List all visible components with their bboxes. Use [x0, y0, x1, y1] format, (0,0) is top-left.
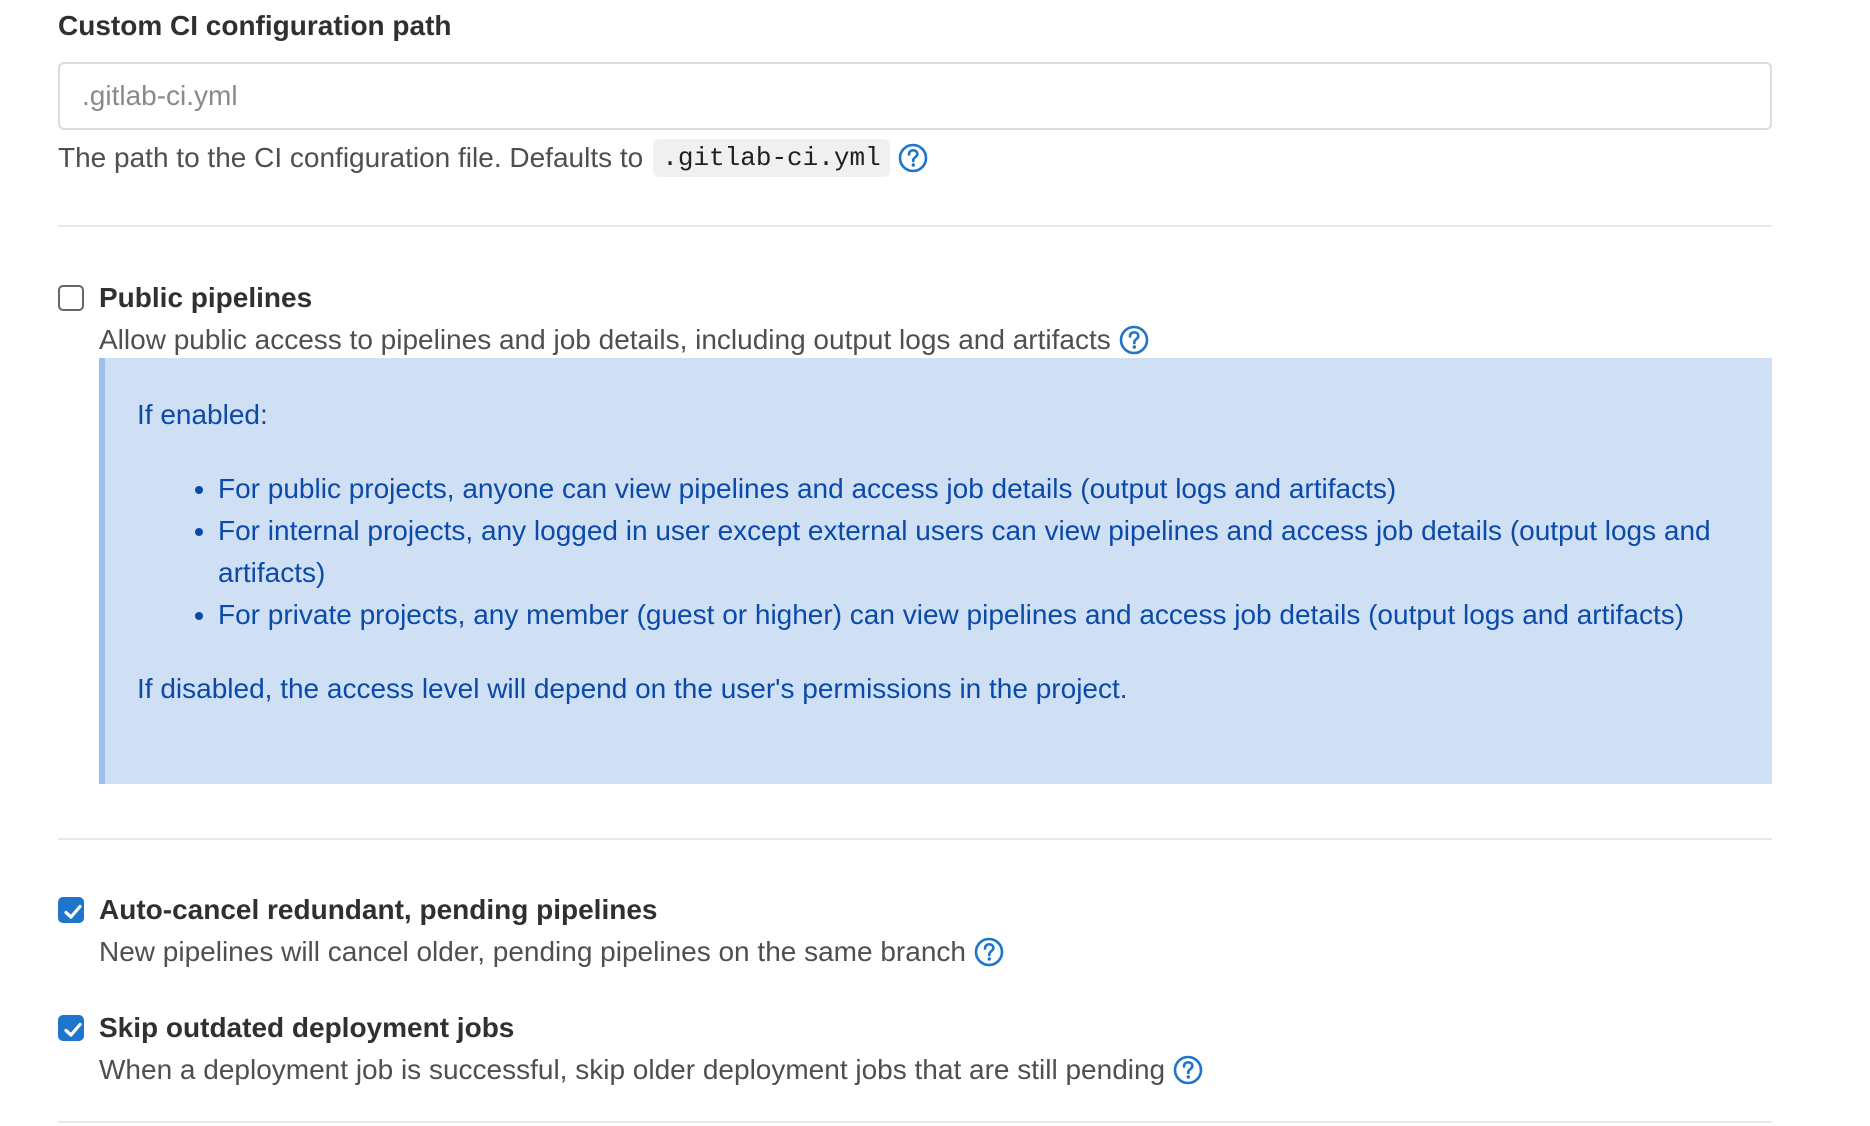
public-pipelines-info-box: If enabled: For public projects, anyone … — [99, 358, 1772, 784]
ci-config-path-label: Custom CI configuration path — [58, 10, 452, 41]
info-list: For public projects, anyone can view pip… — [137, 468, 1738, 636]
public-pipelines-help-text: Allow public access to pipelines and job… — [99, 324, 1111, 355]
info-outro: If disabled, the access level will depen… — [137, 673, 1128, 704]
question-circle-icon[interactable] — [1119, 325, 1149, 355]
auto-cancel-help-text: New pipelines will cancel older, pending… — [99, 936, 966, 967]
skip-outdated-checkbox[interactable] — [58, 1015, 84, 1041]
skip-outdated-help: When a deployment job is successful, ski… — [99, 1050, 1203, 1090]
public-pipelines-help: Allow public access to pipelines and job… — [99, 320, 1149, 360]
public-pipelines-title: Public pipelines — [99, 282, 313, 313]
question-circle-icon[interactable] — [1173, 1055, 1203, 1085]
ci-config-path-help: The path to the CI configuration file. D… — [58, 138, 928, 178]
section-divider — [58, 1121, 1772, 1123]
info-intro: If enabled: — [137, 399, 268, 430]
question-circle-icon[interactable] — [898, 143, 928, 173]
checkmark-icon — [64, 1022, 82, 1037]
skip-outdated-title: Skip outdated deployment jobs — [99, 1012, 515, 1043]
skip-outdated-help-text: When a deployment job is successful, ski… — [99, 1054, 1166, 1085]
public-pipelines-checkbox[interactable] — [58, 285, 84, 311]
info-list-item: For internal projects, any logged in use… — [218, 510, 1738, 594]
auto-cancel-title: Auto-cancel redundant, pending pipelines — [99, 894, 658, 925]
default-config-code: .gitlab-ci.yml — [653, 139, 890, 177]
ci-config-path-input[interactable] — [58, 62, 1772, 130]
section-divider — [58, 225, 1772, 227]
info-list-item: For public projects, anyone can view pip… — [218, 468, 1738, 510]
ci-config-path-help-text: The path to the CI configuration file. D… — [58, 142, 644, 173]
section-divider — [58, 838, 1772, 840]
auto-cancel-help: New pipelines will cancel older, pending… — [99, 932, 1004, 972]
question-circle-icon[interactable] — [974, 937, 1004, 967]
auto-cancel-checkbox[interactable] — [58, 897, 84, 923]
info-list-item: For private projects, any member (guest … — [218, 594, 1738, 636]
checkmark-icon — [64, 904, 82, 919]
